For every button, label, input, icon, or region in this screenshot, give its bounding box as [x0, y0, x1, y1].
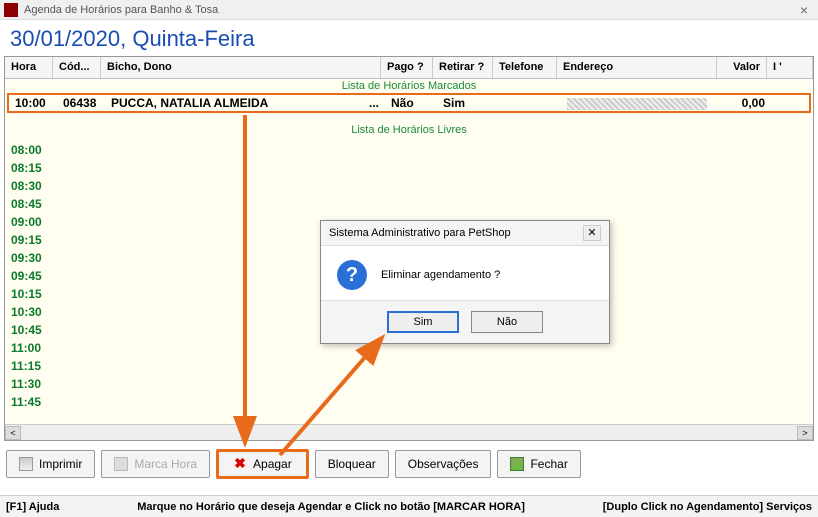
confirm-dialog: Sistema Administrativo para PetShop ✕ ? …	[320, 220, 610, 344]
cell-last	[771, 101, 809, 105]
block-button[interactable]: Bloquear	[315, 450, 389, 478]
horizontal-scrollbar[interactable]: < >	[5, 424, 813, 440]
delete-label: Apagar	[253, 457, 292, 471]
mark-hour-button: Marca Hora	[101, 450, 210, 478]
col-pago[interactable]: Pago ?	[381, 57, 433, 78]
notes-button[interactable]: Observações	[395, 450, 492, 478]
col-hora[interactable]: Hora	[5, 57, 53, 78]
printer-icon	[19, 457, 33, 471]
toolbar: Imprimir Marca Hora ✖ Apagar Bloquear Ob…	[0, 441, 818, 487]
cell-pago: Não	[385, 94, 437, 112]
dialog-title: Sistema Administrativo para PetShop	[329, 227, 511, 239]
cell-cod: 06438	[57, 94, 105, 112]
dialog-yes-button[interactable]: Sim	[387, 311, 459, 333]
cell-endereco	[561, 94, 721, 112]
col-endereco[interactable]: Endereço	[557, 57, 717, 78]
col-telefone[interactable]: Telefone	[493, 57, 557, 78]
table-header: Hora Cód... Bicho, Dono Pago ? Retirar ?…	[5, 57, 813, 79]
status-right: [Duplo Click no Agendamento] Serviços	[603, 501, 812, 513]
calendar-icon	[114, 457, 128, 471]
cell-telefone	[497, 101, 561, 105]
redacted-block	[567, 98, 707, 110]
dialog-close-icon[interactable]: ✕	[583, 225, 601, 241]
close-label: Fechar	[530, 457, 567, 471]
dialog-no-button[interactable]: Não	[471, 311, 543, 333]
cell-retirar: Sim	[437, 94, 497, 112]
list-item[interactable]: 11:45	[11, 393, 813, 411]
list-item[interactable]: 08:45	[11, 195, 813, 213]
dialog-titlebar: Sistema Administrativo para PetShop ✕	[321, 221, 609, 245]
door-icon	[510, 457, 524, 471]
cell-hora: 10:00	[9, 94, 57, 112]
scroll-right-icon[interactable]: >	[797, 426, 813, 440]
window-title: Agenda de Horários para Banho & Tosa	[24, 4, 794, 16]
cell-valor: 0,00	[721, 94, 771, 112]
list-item[interactable]: 08:30	[11, 177, 813, 195]
date-heading: 30/01/2020, Quinta-Feira	[0, 20, 818, 56]
cell-bicho: PUCCA, NATALIA ALMEIDA	[105, 94, 363, 112]
list-item[interactable]: 08:15	[11, 159, 813, 177]
x-icon: ✖	[233, 457, 247, 471]
cell-dots: ...	[363, 94, 385, 112]
dialog-buttons: Sim Não	[321, 301, 609, 343]
notes-label: Observações	[408, 457, 479, 471]
window-titlebar: Agenda de Horários para Banho & Tosa ×	[0, 0, 818, 20]
print-label: Imprimir	[39, 457, 82, 471]
col-retirar[interactable]: Retirar ?	[433, 57, 493, 78]
list-item[interactable]: 08:00	[11, 141, 813, 159]
status-bar: [F1] Ajuda Marque no Horário que deseja …	[0, 495, 818, 517]
section-free-label: Lista de Horários Livres	[5, 123, 813, 137]
table-row[interactable]: 10:00 06438 PUCCA, NATALIA ALMEIDA ... N…	[7, 93, 811, 113]
col-bicho[interactable]: Bicho, Dono	[101, 57, 381, 78]
col-valor[interactable]: Valor	[717, 57, 767, 78]
app-icon	[4, 3, 18, 17]
col-cod[interactable]: Cód...	[53, 57, 101, 78]
question-icon: ?	[337, 260, 367, 290]
delete-button[interactable]: ✖ Apagar	[216, 449, 309, 479]
col-last[interactable]: I '	[767, 57, 813, 78]
close-button[interactable]: Fechar	[497, 450, 580, 478]
mark-label: Marca Hora	[134, 457, 197, 471]
section-booked-label: Lista de Horários Marcados	[5, 79, 813, 93]
dialog-body: ? Eliminar agendamento ?	[321, 245, 609, 301]
status-left: [F1] Ajuda	[6, 501, 59, 513]
close-icon[interactable]: ×	[794, 2, 814, 18]
list-item[interactable]: 11:30	[11, 375, 813, 393]
dialog-message: Eliminar agendamento ?	[381, 269, 500, 281]
status-mid: Marque no Horário que deseja Agendar e C…	[59, 501, 602, 513]
scroll-left-icon[interactable]: <	[5, 426, 21, 440]
block-label: Bloquear	[328, 457, 376, 471]
list-item[interactable]: 11:15	[11, 357, 813, 375]
print-button[interactable]: Imprimir	[6, 450, 95, 478]
